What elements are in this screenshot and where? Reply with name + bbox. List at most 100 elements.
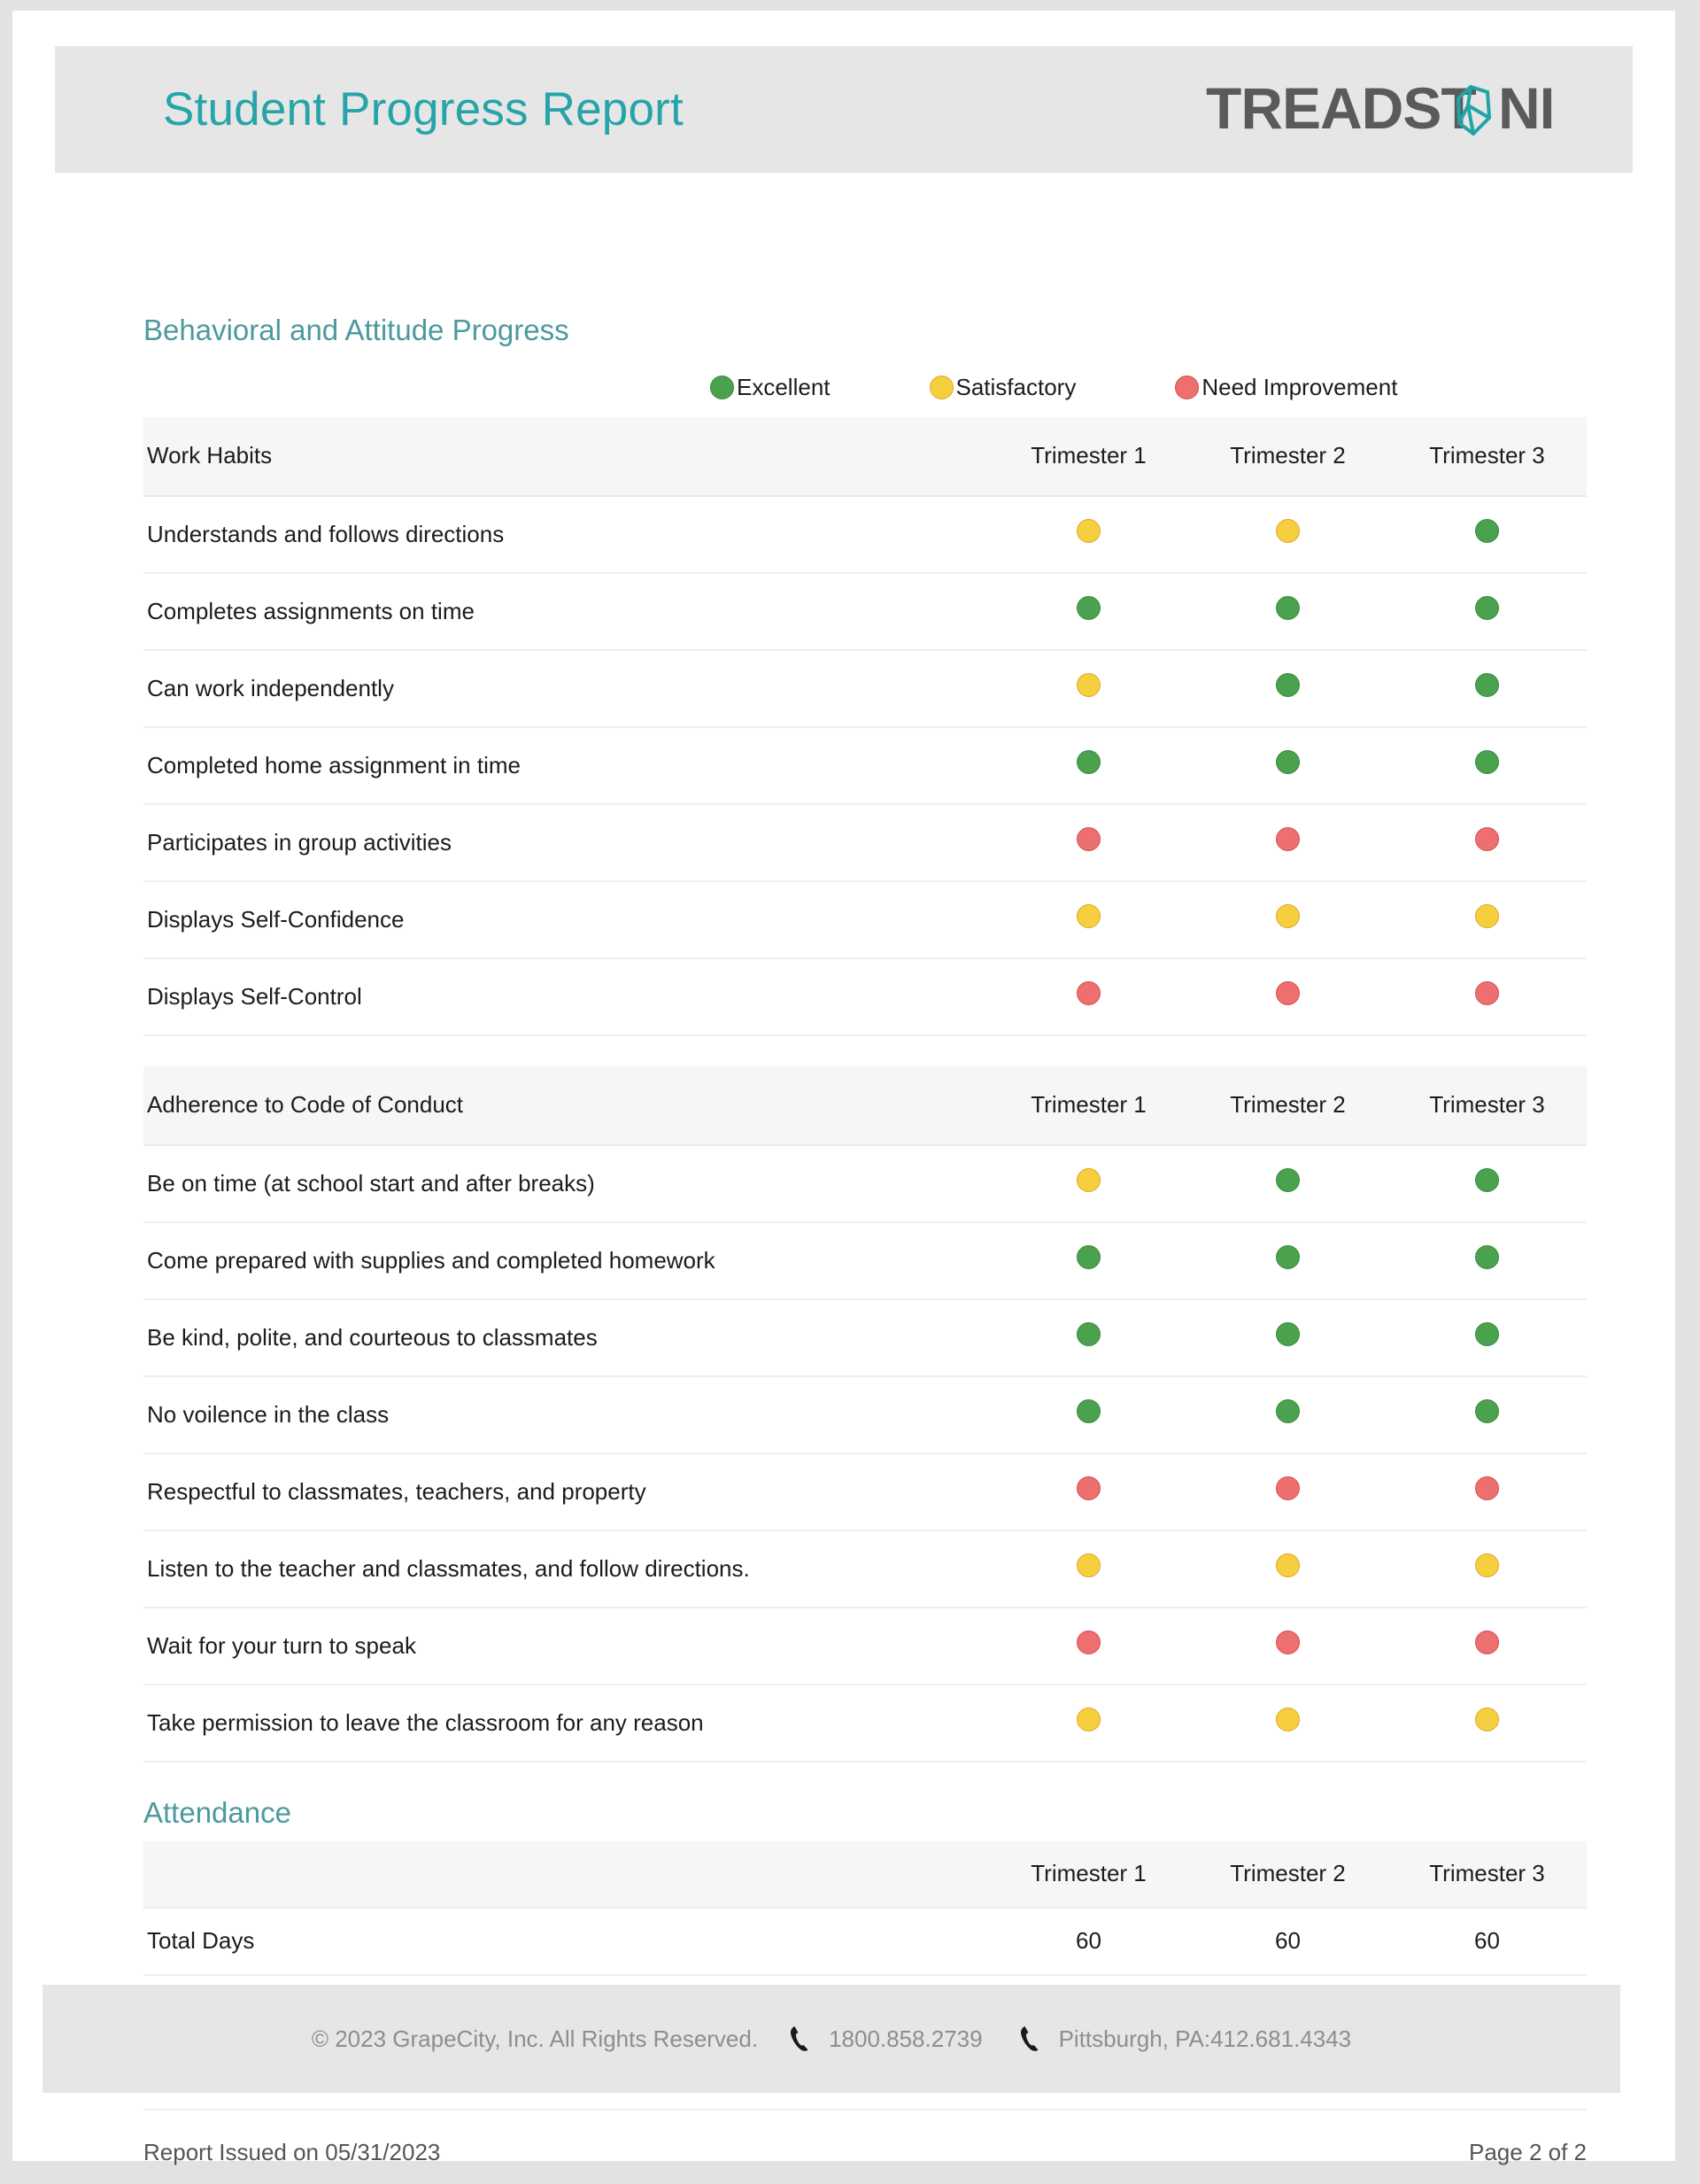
attendance-value-trimester-1: 60 [989, 1907, 1188, 1976]
row-label: Be kind, polite, and courteous to classm… [143, 1298, 989, 1377]
table-row: No voilence in the class [143, 1375, 1587, 1454]
rating-cell-trimester-2 [1188, 726, 1387, 805]
excellent-dot-icon [1276, 1245, 1300, 1270]
rating-cell-trimester-2 [1188, 1375, 1387, 1454]
table-row: Understands and follows directions [143, 495, 1587, 574]
treadstone-logo-icon: TREADST NE [1206, 79, 1551, 141]
attendance-header-label [143, 1840, 989, 1909]
satisfactory-dot-icon [1077, 1553, 1101, 1578]
treadstone-logo: TREADST NE [1206, 70, 1551, 150]
rating-cell-trimester-1 [989, 803, 1188, 882]
column-header-trimester-3: Trimester 3 [1387, 1065, 1587, 1146]
column-header-trimester-1: Trimester 1 [989, 1065, 1188, 1146]
legend-label-satisfactory: Satisfactory [955, 374, 1077, 401]
legend-label-excellent: Excellent [737, 374, 831, 401]
legend-label-need-improvement: Need Improvement [1202, 374, 1398, 401]
row-label: No voilence in the class [143, 1375, 989, 1454]
table-header-row: Trimester 1 Trimester 2 Trimester 3 [143, 1840, 1587, 1909]
report-footer: © 2023 GrapeCity, Inc. All Rights Reserv… [42, 1985, 1620, 2093]
rating-cell-trimester-1 [989, 880, 1188, 959]
report-header: Student Progress Report TREADST NE [55, 46, 1633, 173]
table-row: Completes assignments on time [143, 572, 1587, 651]
page-number: Page 2 of 2 [1469, 2138, 1587, 2165]
report-issued-date: Report Issued on 05/31/2023 [143, 2138, 441, 2165]
excellent-dot-icon [1077, 750, 1101, 775]
rating-cell-trimester-3 [1387, 1144, 1587, 1223]
legend-item-need-improvement: Need Improvement [1175, 374, 1397, 401]
rating-cell-trimester-1 [989, 1684, 1188, 1762]
excellent-dot-icon [1077, 596, 1101, 621]
need-dot-icon [1475, 1630, 1499, 1655]
rating-cell-trimester-3 [1387, 1452, 1587, 1531]
table-row: Total Days 60 60 60 [143, 1907, 1587, 1976]
need-dot-icon [1276, 827, 1300, 852]
rating-cell-trimester-1 [989, 1221, 1188, 1300]
code-of-conduct-header-label: Adherence to Code of Conduct [143, 1065, 989, 1146]
satisfactory-dot-icon [1077, 1168, 1101, 1193]
status-legend: Excellent Satisfactory Need Improvement [143, 359, 1587, 417]
row-label: Listen to the teacher and classmates, an… [143, 1530, 989, 1608]
excellent-dot-icon [1276, 1399, 1300, 1424]
need-dot-icon [1276, 1630, 1300, 1655]
column-header-trimester-3: Trimester 3 [1387, 1840, 1587, 1909]
row-label: Participates in group activities [143, 803, 989, 882]
rating-cell-trimester-2 [1188, 1298, 1387, 1377]
attendance-value-trimester-2: 60 [1188, 1907, 1387, 1976]
section-title-behavior: Behavioral and Attitude Progress [143, 314, 569, 346]
need-dot-icon [1077, 1476, 1101, 1501]
work-habits-header-label: Work Habits [143, 416, 989, 497]
need-dot-icon [1077, 981, 1101, 1006]
need-dot-icon [1475, 827, 1499, 852]
footer-phone-primary: 1800.858.2739 [788, 2025, 983, 2053]
table-row: Completed home assignment in time [143, 726, 1587, 805]
need-dot-icon [1475, 981, 1499, 1006]
excellent-dot-icon [1475, 1245, 1499, 1270]
satisfactory-dot-icon [1077, 673, 1101, 698]
section-title-attendance: Attendance [143, 1795, 291, 1829]
need-dot-icon [1276, 1476, 1300, 1501]
logo-text-before: TREADST [1206, 79, 1476, 141]
excellent-dot-icon [1475, 673, 1499, 698]
row-label: Completed home assignment in time [143, 726, 989, 805]
need-improvement-dot-icon [1175, 376, 1200, 400]
need-dot-icon [1475, 1476, 1499, 1501]
logo-text-after: NE [1498, 79, 1551, 141]
rating-cell-trimester-1 [989, 649, 1188, 728]
row-label: Come prepared with supplies and complete… [143, 1221, 989, 1300]
phone-icon [788, 2025, 811, 2052]
rating-cell-trimester-2 [1188, 1452, 1387, 1531]
table-row: Be on time (at school start and after br… [143, 1144, 1587, 1223]
excellent-dot-icon [1475, 1399, 1499, 1424]
rating-cell-trimester-1 [989, 1375, 1188, 1454]
need-dot-icon [1077, 1630, 1101, 1655]
rating-cell-trimester-2 [1188, 1221, 1387, 1300]
page-title: Student Progress Report [163, 83, 684, 136]
rating-cell-trimester-2 [1188, 1607, 1387, 1685]
report-issued-row: Report Issued on 05/31/2023 Page 2 of 2 [143, 2110, 1587, 2166]
rating-cell-trimester-1 [989, 1452, 1188, 1531]
row-label: Displays Self-Confidence [143, 880, 989, 959]
excellent-dot-icon [1475, 596, 1499, 621]
excellent-dot-icon [1475, 1322, 1499, 1347]
excellent-dot-icon [1077, 1399, 1101, 1424]
phone-primary-text: 1800.858.2739 [829, 2025, 983, 2052]
rating-cell-trimester-3 [1387, 726, 1587, 805]
excellent-dot-icon [1276, 673, 1300, 698]
excellent-dot-icon [1077, 1245, 1101, 1270]
rating-cell-trimester-3 [1387, 957, 1587, 1036]
rating-cell-trimester-3 [1387, 1607, 1587, 1685]
satisfactory-dot-icon [1475, 1708, 1499, 1732]
rating-cell-trimester-2 [1188, 495, 1387, 574]
copyright-text: © 2023 GrapeCity, Inc. All Rights Reserv… [311, 2025, 759, 2052]
column-header-trimester-2: Trimester 2 [1188, 1065, 1387, 1146]
excellent-dot-icon [1475, 1168, 1499, 1193]
row-label: Respectful to classmates, teachers, and … [143, 1452, 989, 1531]
need-dot-icon [1276, 981, 1300, 1006]
need-dot-icon [1077, 827, 1101, 852]
satisfactory-dot-icon [1475, 904, 1499, 929]
rating-cell-trimester-2 [1188, 1684, 1387, 1762]
row-label: Completes assignments on time [143, 572, 989, 651]
satisfactory-dot-icon [1276, 519, 1300, 544]
excellent-dot-icon [710, 376, 734, 400]
work-habits-body: Understands and follows directions Comple… [143, 495, 1587, 1036]
